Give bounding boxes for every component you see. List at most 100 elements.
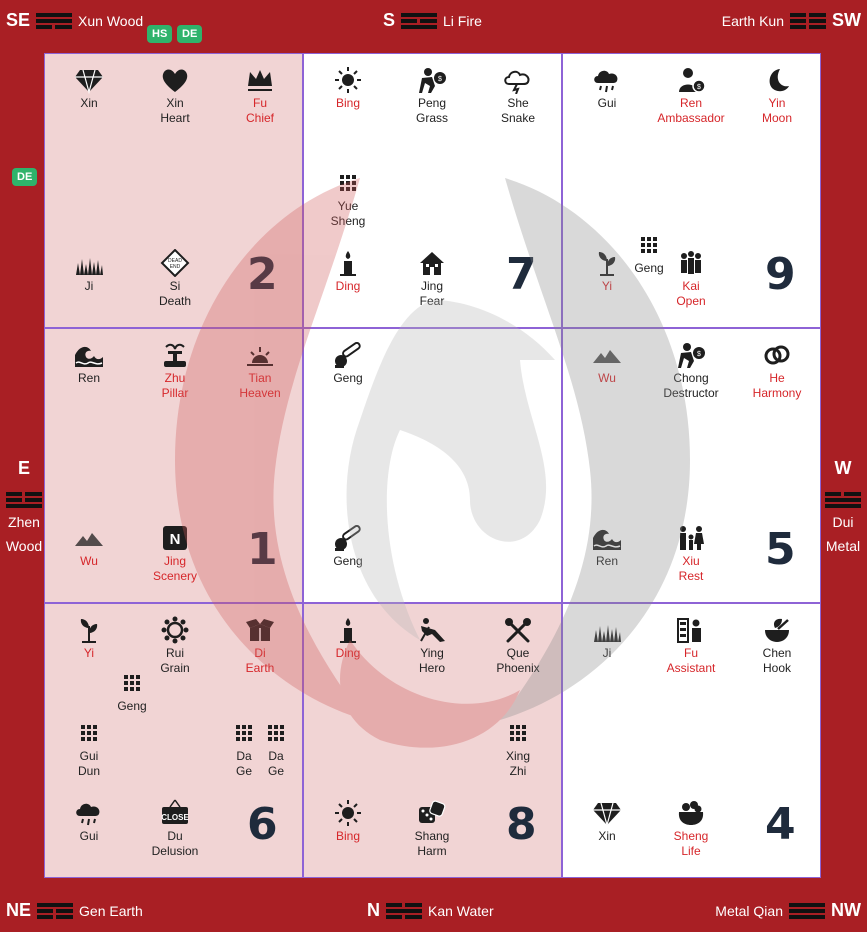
palace-item: Yin Moon <box>735 66 819 126</box>
palace-number: 6 <box>247 799 278 850</box>
palace-item: Ding <box>306 616 390 661</box>
item-label: Geng <box>117 699 147 713</box>
item-label: Gui <box>597 96 617 110</box>
palace-9: Ji Fu Assistant Chen Hook Xin Sheng Life 4 <box>562 603 821 878</box>
palace-4: Ren Zhu Pillar Tian Heaven Wu N Jing Scenery 1 <box>44 328 303 603</box>
close-sign-icon: CLOSE <box>133 799 217 827</box>
palace-item: Shang Harm <box>390 799 474 859</box>
heart-icon <box>133 66 217 94</box>
palace-item: $ Peng Grass <box>390 66 474 126</box>
sprout-icon <box>565 249 649 277</box>
item-label: Ji <box>602 646 612 660</box>
trigram-li-icon <box>401 12 438 29</box>
direction-se-abbr: SE <box>6 10 31 30</box>
item-label: He <box>769 371 785 385</box>
item-sublabel: Scenery <box>152 569 198 583</box>
chart-frame: SE Xun Wood S Li Fire Earth Kun SW HS DE… <box>0 0 867 932</box>
item-label: Ding <box>335 646 361 660</box>
svg-text:$: $ <box>438 76 442 83</box>
diamond-icon <box>565 799 649 827</box>
palace-item: Fu Chief <box>218 66 302 126</box>
de-badge-top: DE <box>177 25 203 43</box>
crown-icon <box>218 66 302 94</box>
item-label: Xiu <box>682 554 700 568</box>
direction-nw-label: Metal Qian <box>715 902 783 919</box>
direction-e: E Zhen Wood <box>2 458 46 554</box>
trigram-zhen-icon <box>6 492 42 508</box>
item-label: Geng <box>333 371 363 385</box>
palace-number: 4 <box>765 799 796 850</box>
palace-item: Kai Open <box>649 249 733 309</box>
palace-7: Yi Rui Grain Di Earth Geng Gui Dun Da Ge Da Ge Gui CL… <box>44 603 303 878</box>
palace-item: $ Chong Destructor <box>649 341 733 401</box>
sunrise-icon <box>218 341 302 369</box>
trigram-kun-icon <box>790 12 826 29</box>
grid-icon <box>306 169 390 197</box>
trigram-xun-icon <box>36 12 73 29</box>
svg-text:END: END <box>170 264 181 270</box>
shopkeeper-icon <box>649 616 733 644</box>
palace-item: $ Ren Ambassador <box>649 66 733 126</box>
item-label: Bing <box>335 96 361 110</box>
item-label: Chong <box>673 371 709 385</box>
n-badge-icon: N <box>133 524 217 552</box>
item-label: Kai <box>682 279 700 293</box>
palace-number: 7 <box>506 249 537 300</box>
palace-number: 1 <box>247 524 278 575</box>
storm-cloud-icon <box>476 66 560 94</box>
item-sublabel: Assistant <box>666 661 716 675</box>
item-sublabel: Moon <box>761 111 793 125</box>
haunted-house-icon <box>390 249 474 277</box>
item-sublabel: Hero <box>418 661 445 675</box>
item-label: Fu <box>252 96 267 110</box>
crossed-tools-icon <box>476 616 560 644</box>
item-sublabel: Zhi <box>509 764 527 778</box>
item-sublabel: Destructor <box>663 386 719 400</box>
palace-item: Yi <box>47 616 131 661</box>
sun-icon <box>306 66 390 94</box>
palace-5: Geng Geng <box>303 328 562 603</box>
palace-item: Ren <box>47 341 131 386</box>
box-icon <box>218 616 302 644</box>
mountain-icon <box>47 524 131 552</box>
trigram-gen-icon <box>37 902 74 919</box>
direction-sw-label: Earth Kun <box>721 12 784 29</box>
item-label: Zhu <box>164 371 186 385</box>
item-label: Yue <box>337 199 359 213</box>
item-label: Yin <box>768 96 786 110</box>
direction-s-abbr: S <box>383 10 396 30</box>
direction-nw: Metal Qian NW <box>715 900 861 921</box>
palace-number: 2 <box>247 249 278 300</box>
palace-1: Xin Xin Heart Fu Chief Ji DEAD END Si Death 2 <box>44 53 303 328</box>
rain-cloud-icon <box>47 799 131 827</box>
palace-6: Wu $ Chong Destructor He Harmony Ren Xiu Rest 5 <box>562 328 821 603</box>
virus-icon <box>133 616 217 644</box>
rings-icon <box>735 341 819 369</box>
mortar-icon <box>735 616 819 644</box>
direction-e-label1: Zhen <box>8 514 40 530</box>
palace-item: Jing Fear <box>390 249 474 309</box>
item-label: Si <box>169 279 181 293</box>
item-sublabel: Pillar <box>161 386 189 400</box>
dice-icon <box>390 799 474 827</box>
direction-w-abbr: W <box>834 458 852 478</box>
item-sublabel: Grass <box>415 111 448 125</box>
item-sublabel: Phoenix <box>496 661 540 675</box>
grid-icon <box>90 669 174 697</box>
grass-icon <box>565 616 649 644</box>
sprout-icon <box>47 616 131 644</box>
palace-item: Di Earth <box>218 616 302 676</box>
palace-item: Zhu Pillar <box>133 341 217 401</box>
direction-s-label: Li Fire <box>443 12 482 29</box>
item-sublabel: Fear <box>419 294 445 308</box>
palace-item: Bing <box>306 66 390 111</box>
trigram-qian-icon <box>789 902 825 919</box>
palace-item: Xin <box>565 799 649 844</box>
direction-ne-abbr: NE <box>6 900 32 920</box>
item-sublabel: Harmony <box>752 386 802 400</box>
palace-item: Geng <box>306 524 390 569</box>
palace-item: Sheng Life <box>649 799 733 859</box>
item-sublabel: Delusion <box>151 844 199 858</box>
item-label: Ying <box>420 646 444 660</box>
direction-n-abbr: N <box>367 900 380 920</box>
